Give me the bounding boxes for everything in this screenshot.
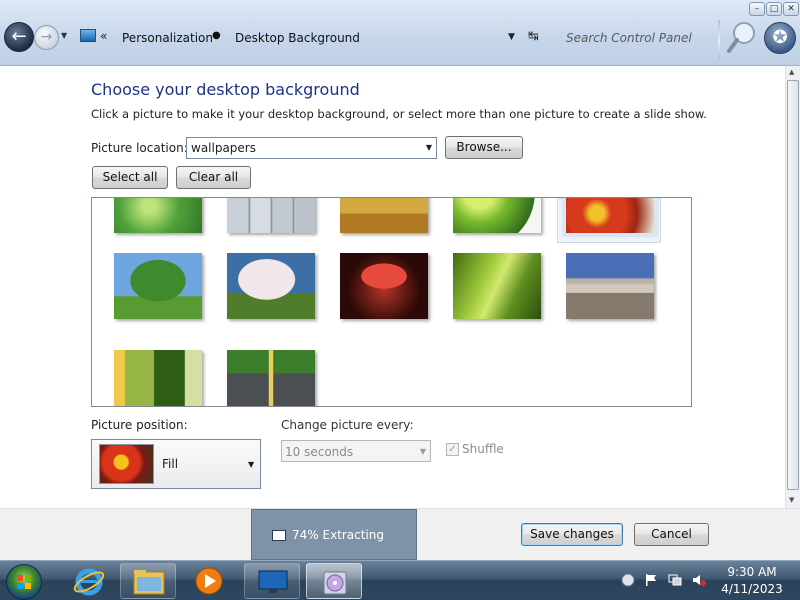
progress-window-icon	[272, 530, 286, 541]
arrow-right-icon: →	[40, 29, 53, 45]
installer-disc-icon	[323, 571, 347, 595]
window-header: – □ ✕ ← → ▼ « Personalization ● Desktop …	[0, 0, 800, 66]
help-icon[interactable]: ✪	[764, 22, 796, 54]
monitor-icon	[258, 570, 288, 593]
taskbar-internet-explorer[interactable]	[62, 563, 118, 599]
breadcrumb-personalization[interactable]: Personalization	[122, 31, 213, 45]
picture-thumbnail[interactable]	[566, 253, 654, 319]
control-panel-icon	[80, 29, 96, 42]
picture-thumbnail[interactable]	[227, 198, 315, 233]
extract-progress-popup[interactable]: 74% Extracting	[251, 509, 417, 560]
picture-thumbnail[interactable]	[453, 253, 541, 319]
picture-thumbnail[interactable]	[453, 198, 541, 233]
save-changes-button[interactable]: Save changes	[521, 523, 623, 546]
picture-thumbnail[interactable]	[114, 253, 202, 319]
picture-position-select[interactable]: Fill ▼	[91, 439, 261, 489]
page-description: Click a picture to make it your desktop …	[91, 107, 707, 121]
picture-thumbnail[interactable]	[114, 198, 202, 233]
clock-date[interactable]: 4/11/2023	[718, 582, 786, 596]
change-picture-value: 10 seconds	[285, 445, 354, 459]
search-input[interactable]: Search Control Panel	[558, 24, 718, 52]
clear-all-button[interactable]: Clear all	[176, 166, 251, 189]
search-placeholder: Search Control Panel	[566, 31, 692, 45]
picture-thumbnail[interactable]	[340, 253, 428, 319]
folder-icon	[133, 570, 165, 595]
picture-position-value: Fill	[162, 457, 179, 471]
address-overflow-chevron[interactable]: «	[100, 29, 107, 43]
scroll-up-icon[interactable]: ▲	[789, 68, 794, 76]
picture-thumbnail[interactable]	[340, 198, 428, 233]
taskbar-file-explorer[interactable]	[120, 563, 176, 599]
recent-pages-dropdown[interactable]: ▼	[61, 31, 67, 40]
arrow-left-icon: ←	[11, 26, 27, 47]
taskbar-media-player[interactable]	[181, 563, 237, 599]
taskbar-installer[interactable]	[306, 563, 362, 599]
action-center-icon[interactable]	[621, 573, 635, 587]
shuffle-checkbox[interactable]: ✓	[446, 443, 459, 456]
progress-text: 74% Extracting	[292, 528, 385, 542]
picture-grid[interactable]: ▲ ▼	[91, 197, 692, 407]
address-dropdown-icon[interactable]: ▼	[508, 32, 515, 42]
breadcrumb-separator-icon[interactable]: ●	[212, 30, 221, 41]
clock-time[interactable]: 9:30 AM	[722, 565, 782, 579]
taskbar	[0, 560, 800, 600]
minimize-button[interactable]: –	[749, 2, 765, 16]
picture-thumbnail[interactable]	[227, 253, 315, 319]
chevron-down-icon: ▼	[419, 447, 426, 456]
cancel-button[interactable]: Cancel	[634, 523, 709, 546]
refresh-icon[interactable]: ↹	[528, 29, 539, 44]
volume-muted-icon[interactable]	[692, 573, 706, 587]
picture-position-label: Picture position:	[91, 418, 188, 432]
taskbar-control-panel[interactable]	[244, 563, 300, 599]
maximize-button[interactable]: □	[766, 2, 782, 16]
scrollbar-thumb[interactable]	[787, 80, 799, 490]
shuffle-label: Shuffle	[462, 442, 504, 456]
flag-icon[interactable]	[644, 573, 658, 587]
window-scrollbar[interactable]: ▲ ▼	[785, 66, 800, 508]
close-button[interactable]: ✕	[783, 2, 799, 16]
search-icon[interactable]	[726, 20, 756, 54]
media-player-icon	[195, 567, 223, 595]
picture-thumbnail[interactable]	[227, 350, 315, 406]
picture-location-select[interactable]: wallpapers ▼	[186, 137, 437, 159]
picture-location-label: Picture location:	[91, 141, 188, 155]
windows-logo-icon	[17, 575, 31, 589]
search-divider	[718, 20, 720, 60]
browse-button[interactable]: Browse...	[445, 136, 523, 159]
change-picture-select[interactable]: 10 seconds ▼	[281, 440, 431, 462]
picture-thumbnail[interactable]	[114, 350, 202, 406]
network-icon[interactable]	[668, 573, 682, 587]
internet-explorer-icon	[73, 568, 105, 596]
scroll-down-icon[interactable]: ▼	[789, 496, 794, 504]
start-button[interactable]	[6, 564, 42, 600]
breadcrumb-desktop-background[interactable]: Desktop Background	[235, 31, 360, 45]
change-picture-label: Change picture every:	[281, 418, 414, 432]
back-button[interactable]: ←	[4, 22, 34, 52]
select-all-button[interactable]: Select all	[92, 166, 168, 189]
chevron-down-icon: ▼	[248, 460, 255, 469]
picture-location-value: wallpapers	[191, 141, 256, 155]
page-title: Choose your desktop background	[91, 80, 360, 99]
forward-button[interactable]: →	[34, 25, 59, 50]
picture-thumbnail-selected[interactable]	[562, 198, 658, 237]
position-preview-image	[99, 444, 154, 484]
chevron-down-icon: ▼	[425, 143, 432, 152]
